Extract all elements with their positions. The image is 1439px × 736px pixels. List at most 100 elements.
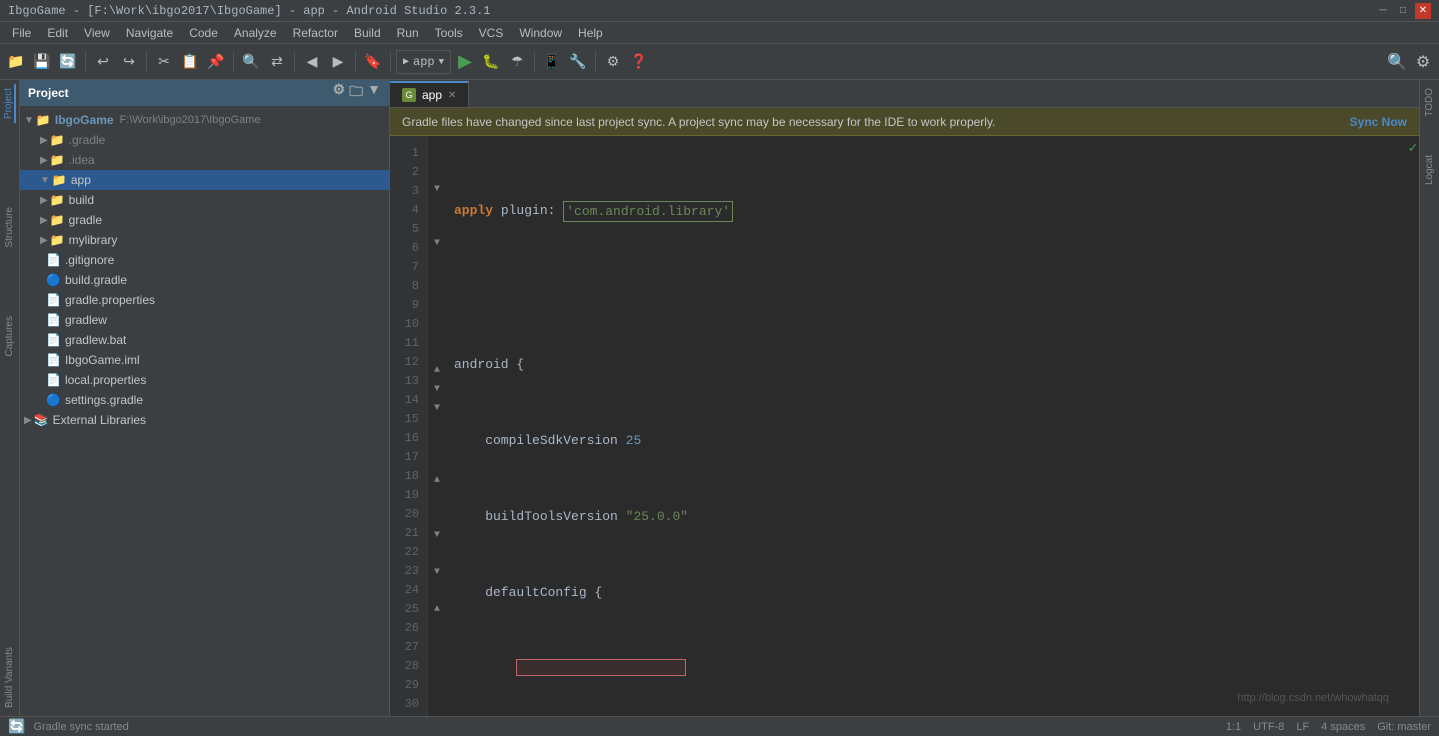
gutter-12 [428,343,446,361]
sidebar-tab-project[interactable]: Project [3,84,16,123]
tree-mylibrary[interactable]: ▶ 📁 mylibrary [20,230,389,250]
toolbar-forward[interactable]: ▶ [326,50,350,74]
coverage-button[interactable]: ☂ [505,50,529,74]
tree-icon-app: 📁 [52,173,67,187]
line-num-9: 9 [390,296,419,315]
line-num-28: 28 [390,657,419,676]
toolbar-back[interactable]: ◀ [300,50,324,74]
gutter-3[interactable]: ▼ [428,180,446,199]
tree-app[interactable]: ▼ 📁 app [20,170,389,190]
menu-analyze[interactable]: Analyze [226,24,285,42]
project-settings-icon[interactable]: ▼ [367,81,381,105]
toolbar-paste[interactable]: 📌 [204,50,228,74]
gutter-19[interactable]: ▲ [428,471,446,490]
gutter-23 [428,545,446,563]
tree-idea[interactable]: ▶ 📁 .idea [20,150,389,170]
line-num-29: 29 [390,676,419,695]
close-button[interactable]: ✕ [1415,3,1431,19]
tree-label-gitignore: .gitignore [65,253,114,267]
menu-edit[interactable]: Edit [39,24,76,42]
tree-gradle[interactable]: ▶ 📁 gradle [20,210,389,230]
menu-navigate[interactable]: Navigate [118,24,181,42]
maximize-button[interactable]: □ [1395,3,1411,19]
tree-local-properties[interactable]: 📄 local.properties [20,370,389,390]
toolbar-sync[interactable]: 🔄 [56,50,80,74]
toolbar-help[interactable]: ❓ [627,50,651,74]
gutter-13[interactable]: ▲ [428,361,446,380]
sidebar-tab-captures[interactable]: Captures [4,312,15,361]
scrollbar-indicator[interactable]: ✓ [1405,136,1419,716]
sidebar-tab-structure[interactable]: Structure [4,203,15,252]
editor-tab-app[interactable]: G app ✕ [390,81,469,107]
tree-gradle-properties[interactable]: 📄 gradle.properties [20,290,389,310]
editor-area: G app ✕ Gradle files have changed since … [390,80,1419,716]
project-tree: ▼ 📁 IbgoGame F:\Work\ibgo2017\IbgoGame ▶… [20,106,389,716]
status-line-endings: LF [1296,721,1309,733]
tree-gradlew-bat[interactable]: 📄 gradlew.bat [20,330,389,350]
toolbar-sdk[interactable]: 🔧 [566,50,590,74]
toolbar-search-everywhere[interactable]: 🔍 [1385,50,1409,74]
tree-ibgogame[interactable]: ▼ 📁 IbgoGame F:\Work\ibgo2017\IbgoGame [20,110,389,130]
tree-ibgogame-iml[interactable]: 📄 IbgoGame.iml [20,350,389,370]
toolbar-settings[interactable]: ⚙ [601,50,625,74]
gutter-6[interactable]: ▼ [428,234,446,253]
line-num-13: 13 [390,372,419,391]
right-tab-2[interactable]: Logcat [1424,151,1435,189]
project-sync-icon[interactable]: ⚙ [333,81,346,105]
gutter-14[interactable]: ▼ [428,380,446,399]
menu-run[interactable]: Run [389,24,427,42]
run-button[interactable]: ▶ [453,50,477,74]
tree-build-gradle[interactable]: 🔵 build.gradle [20,270,389,290]
tree-label-gradlew-bat: gradlew.bat [65,333,126,347]
minimize-button[interactable]: ─ [1375,3,1391,19]
toolbar-settings-gear[interactable]: ⚙ [1411,50,1435,74]
tab-close-app[interactable]: ✕ [448,90,456,101]
toolbar-save-all[interactable]: 💾 [30,50,54,74]
tree-build[interactable]: ▶ 📁 build [20,190,389,210]
status-indent: 4 spaces [1321,721,1365,733]
tree-gradle-hidden[interactable]: ▶ 📁 .gradle [20,130,389,150]
project-collapse-icon[interactable]: 🗀 [349,81,363,105]
toolbar-sep-4 [294,52,295,72]
gutter-15[interactable]: ▼ [428,399,446,418]
toolbar-find[interactable]: 🔍 [239,50,263,74]
menu-file[interactable]: File [4,24,39,42]
tree-external-libs[interactable]: ▶ 📚 External Libraries [20,410,389,430]
sync-bar-message: Gradle files have changed since last pro… [402,115,995,129]
right-vertical-tabs: TODO Logcat [1419,80,1439,716]
code-content[interactable]: apply plugin: 'com.android.library' andr… [446,136,1419,716]
gutter-26[interactable]: ▲ [428,600,446,619]
gutter-24[interactable]: ▼ [428,563,446,582]
menu-vcs[interactable]: VCS [471,24,512,42]
line-num-21: 21 [390,524,419,543]
toolbar-redo[interactable]: ↪ [117,50,141,74]
sync-now-button[interactable]: Sync Now [1350,115,1407,129]
menu-tools[interactable]: Tools [427,24,471,42]
toolbar-undo[interactable]: ↩ [91,50,115,74]
debug-button[interactable]: 🐛 [479,50,503,74]
menu-help[interactable]: Help [570,24,611,42]
menu-view[interactable]: View [76,24,118,42]
tree-gradlew[interactable]: 📄 gradlew [20,310,389,330]
code-line-3: android { [454,355,1419,374]
toolbar-sep-2 [146,52,147,72]
menu-code[interactable]: Code [181,24,226,42]
menu-refactor[interactable]: Refactor [285,24,346,42]
toolbar-copy[interactable]: 📋 [178,50,202,74]
line-num-8: 8 [390,277,419,296]
toolbar-open[interactable]: 📁 [4,50,28,74]
menu-window[interactable]: Window [511,24,570,42]
gutter-22[interactable]: ▼ [428,526,446,545]
tree-arrow-mylibrary: ▶ [40,235,48,246]
status-icon-gradle: 🔄 [8,718,25,735]
tree-gitignore[interactable]: 📄 .gitignore [20,250,389,270]
sidebar-tab-build-variants[interactable]: Build Variants [4,643,15,712]
toolbar-cut[interactable]: ✂ [152,50,176,74]
right-tab-1[interactable]: TODO [1424,84,1435,121]
toolbar-avd[interactable]: 📱 [540,50,564,74]
menu-build[interactable]: Build [346,24,389,42]
app-config-dropdown[interactable]: ▶ app ▼ [396,50,451,74]
tree-settings-gradle[interactable]: 🔵 settings.gradle [20,390,389,410]
toolbar-replace[interactable]: ⇄ [265,50,289,74]
toolbar-bookmark[interactable]: 🔖 [361,50,385,74]
